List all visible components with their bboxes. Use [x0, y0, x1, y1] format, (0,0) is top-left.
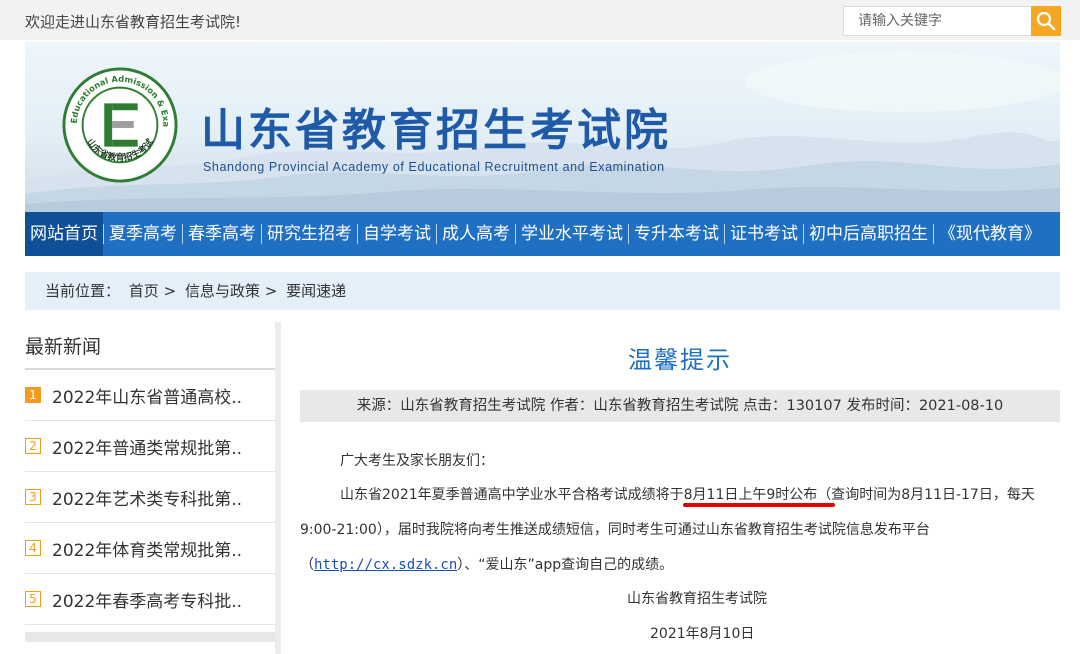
nav-item[interactable]: 专升本考试 [629, 212, 724, 256]
article-paragraph-line: 山东省2021年夏季普通高中学业水平合格考试成绩将于8月11日上午9时公布（查询… [340, 487, 1035, 503]
nav-item[interactable]: 初中后高职招生 [804, 212, 933, 256]
breadcrumb-home[interactable]: 首页 [129, 282, 159, 300]
news-rank-badge: 3 [25, 489, 41, 505]
breadcrumb-prefix: 当前位置： [45, 282, 121, 300]
nav-item[interactable]: 网站首页 [25, 212, 103, 256]
sidebar-footer-bar [25, 632, 275, 642]
breadcrumb-policy[interactable]: 信息与政策 [185, 282, 260, 300]
article-meta: 来源：山东省教育招生考试院 作者：山东省教育招生考试院 点击：130107 发布… [300, 390, 1060, 422]
site-title: 山东省教育招生考试院 [201, 105, 671, 156]
top-bar: 欢迎走进山东省教育招生考试院! [0, 0, 1080, 40]
welcome-text: 欢迎走进山东省教育招生考试院! [25, 13, 242, 31]
article-signature: 山东省教育招生考试院 [627, 591, 767, 607]
news-item-title: 2022年普通类常规批第.. [52, 438, 243, 459]
main-nav: 网站首页 夏季高考 春季高考 研究生招考 自学考试 成人高考 学业水平考试 专升本考试 证书考试… [25, 212, 1060, 256]
nav-item[interactable]: 自学考试 [358, 212, 436, 256]
breadcrumb-news[interactable]: 要闻速递 [286, 282, 346, 300]
paragraph-tail: ）、“爱山东”app查询自己的成绩。 [457, 557, 674, 573]
column-divider [275, 322, 281, 654]
header-banner: Shandong Educational Admission & Examina… [25, 42, 1060, 212]
nav-item[interactable]: 夏季高考 [104, 212, 182, 256]
news-item-title: 2022年艺术类专科批第.. [52, 489, 243, 510]
article-paragraph-line: 9:00-21:00），届时我院将向考生推送成绩短信，同时考生可通过山东省教育招… [300, 522, 930, 538]
breadcrumb-separator: > [264, 282, 278, 300]
search-icon [1036, 11, 1056, 31]
query-link[interactable]: http://cx.sdzk.cn [314, 557, 457, 573]
news-item[interactable]: 3 2022年艺术类专科批第.. [25, 472, 275, 523]
news-item[interactable]: 5 2022年春季高考专科批.. [25, 574, 275, 625]
nav-item[interactable]: 《现代教育》 [934, 212, 1046, 256]
news-rank-badge: 1 [25, 387, 41, 403]
news-item-title: 2022年春季高考专科批.. [52, 591, 243, 612]
nav-item[interactable]: 成人高考 [437, 212, 515, 256]
sidebar-heading: 最新新闻 [25, 322, 275, 370]
news-rank-badge: 2 [25, 438, 41, 454]
search-input[interactable] [843, 6, 1033, 36]
news-item-title: 2022年体育类常规批第.. [52, 540, 243, 561]
search-box [843, 6, 1061, 36]
news-item[interactable]: 1 2022年山东省普通高校.. [25, 370, 275, 421]
article-greeting: 广大考生及家长朋友们： [340, 453, 494, 469]
news-rank-badge: 4 [25, 540, 41, 556]
news-item[interactable]: 2 2022年普通类常规批第.. [25, 421, 275, 472]
news-rank-badge: 5 [25, 591, 41, 607]
breadcrumb: 当前位置： 首页 > 信息与政策 > 要闻速递 [25, 272, 1060, 310]
nav-item[interactable]: 学业水平考试 [516, 212, 628, 256]
highlight-underline [683, 503, 835, 507]
article-title: 温馨提示 [628, 346, 732, 374]
news-list: 1 2022年山东省普通高校.. 2 2022年普通类常规批第.. 3 2022… [25, 370, 275, 625]
search-button[interactable] [1031, 6, 1061, 36]
site-title-english: Shandong Provincial Academy of Education… [203, 160, 665, 174]
article-date: 2021年8月10日 [650, 626, 755, 642]
news-item[interactable]: 4 2022年体育类常规批第.. [25, 523, 275, 574]
nav-item[interactable]: 研究生招考 [262, 212, 357, 256]
breadcrumb-separator: > [163, 282, 177, 300]
nav-item[interactable]: 春季高考 [183, 212, 261, 256]
news-item-title: 2022年山东省普通高校.. [52, 387, 243, 408]
academy-logo: Shandong Educational Admission & Examina… [61, 66, 178, 183]
article: 温馨提示 来源：山东省教育招生考试院 作者：山东省教育招生考试院 点击：1301… [300, 322, 1060, 654]
article-paragraph-line: （http://cx.sdzk.cn）、“爱山东”app查询自己的成绩。 [300, 554, 673, 574]
nav-item[interactable]: 证书考试 [725, 212, 803, 256]
paren-open: （ [300, 557, 314, 573]
latest-news-sidebar: 最新新闻 1 2022年山东省普通高校.. 2 2022年普通类常规批第.. 3… [25, 322, 275, 654]
